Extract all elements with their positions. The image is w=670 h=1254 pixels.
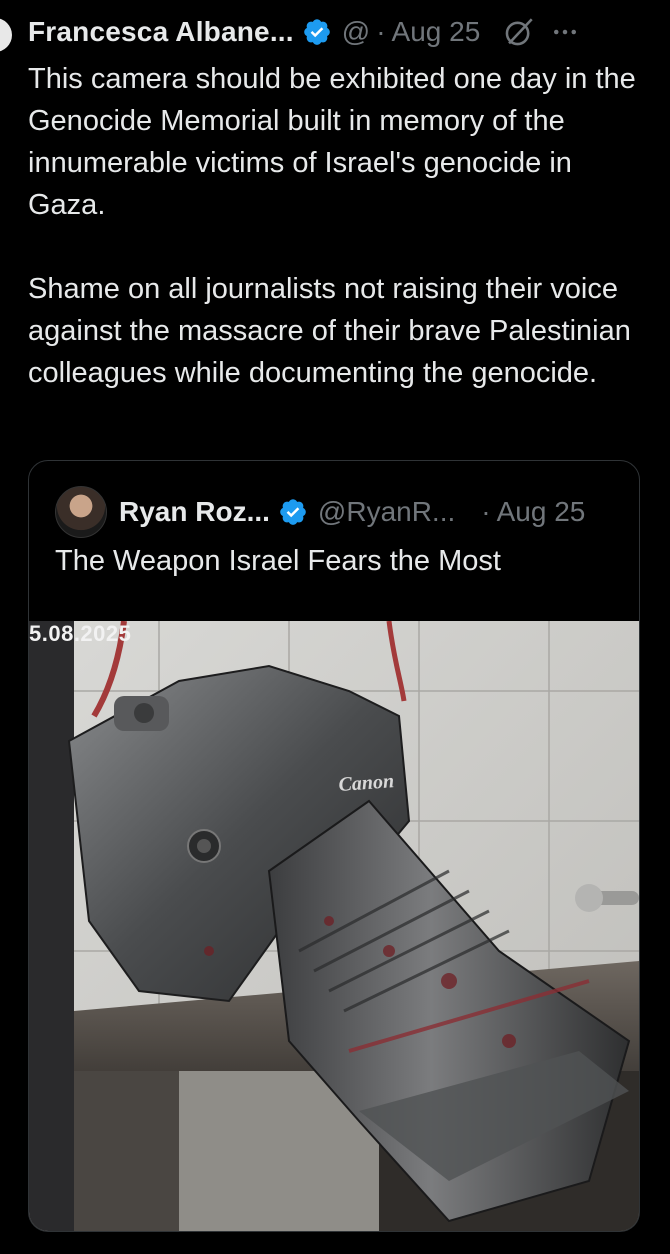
tweet-text: This camera should be exhibited one day … bbox=[28, 58, 640, 394]
separator-dot: · bbox=[376, 16, 386, 47]
quoted-tweet-card[interactable]: Ryan Roz... @RyanR... · Aug 25 The Weapo… bbox=[28, 460, 640, 1232]
tweet-header: Francesca Albane... @ · Aug 25 bbox=[28, 12, 638, 52]
quoted-author-handle[interactable]: @RyanR... bbox=[318, 496, 455, 528]
tweet-paragraph-2: Shame on all journalists not raising the… bbox=[28, 273, 631, 389]
quoted-text: The Weapon Israel Fears the Most bbox=[55, 545, 501, 577]
verified-badge-icon bbox=[280, 499, 306, 525]
quoted-author-name[interactable]: Ryan Roz... bbox=[119, 496, 270, 528]
quoted-date[interactable]: Aug 25 bbox=[497, 496, 586, 528]
verified-badge-icon bbox=[303, 19, 330, 45]
author-name[interactable]: Francesca Albane... bbox=[28, 16, 294, 48]
camera-brand-label: Canon bbox=[338, 770, 395, 796]
author-avatar[interactable] bbox=[0, 18, 12, 52]
tweet-paragraph-1: This camera should be exhibited one day … bbox=[28, 63, 636, 221]
image-date-stamp: 5.08.2025 bbox=[29, 621, 132, 646]
tweet-date[interactable]: Aug 25 bbox=[392, 16, 481, 48]
quoted-media-image[interactable]: Canon bbox=[29, 621, 639, 1231]
camera-photo: Canon bbox=[29, 621, 639, 1231]
quoted-author-avatar[interactable] bbox=[55, 486, 107, 538]
more-icon[interactable] bbox=[550, 17, 580, 47]
separator-dot: · bbox=[481, 496, 491, 527]
quoted-header: Ryan Roz... @RyanR... · Aug 25 bbox=[55, 486, 635, 538]
grok-icon[interactable] bbox=[502, 15, 536, 49]
author-handle[interactable]: @ bbox=[342, 16, 370, 48]
